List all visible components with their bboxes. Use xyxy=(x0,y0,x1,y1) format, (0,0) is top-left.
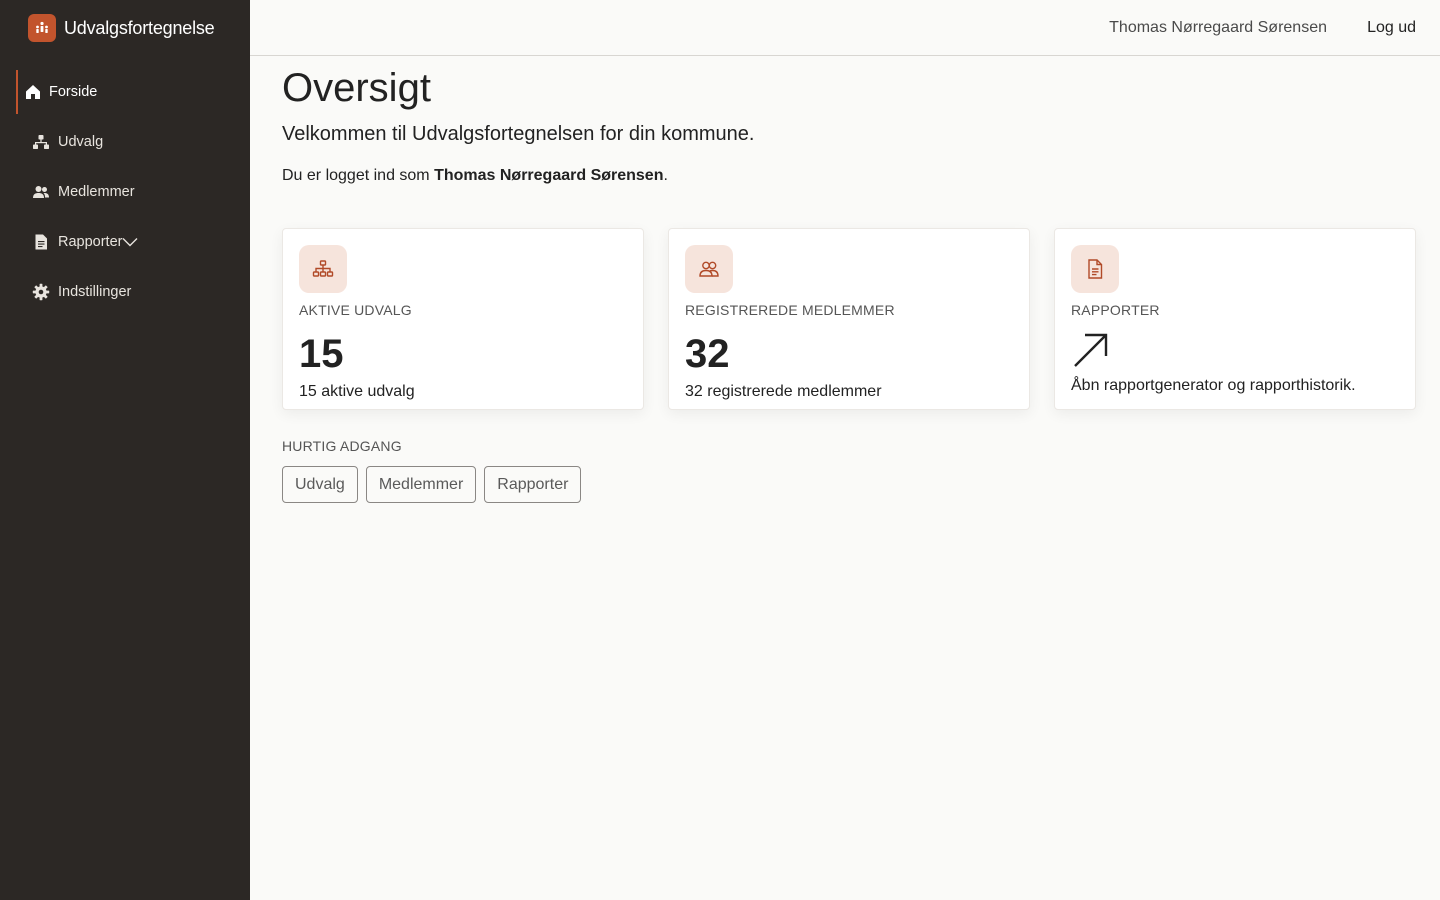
sidebar-item-udvalg[interactable]: Udvalg xyxy=(0,120,250,164)
home-icon xyxy=(24,83,42,101)
sidebar-item-forside[interactable]: Forside xyxy=(0,70,250,114)
logout-link[interactable]: Log ud xyxy=(1367,19,1416,37)
chevron-down-icon[interactable] xyxy=(122,237,138,247)
page-title: Oversigt xyxy=(282,66,431,110)
sidebar-item-label: Medlemmer xyxy=(58,184,135,200)
sidebar-item-indstillinger[interactable]: Indstillinger xyxy=(0,270,250,314)
welcome-subtitle: Velkommen til Udvalgsfortegnelsen for di… xyxy=(282,123,755,145)
quick-access-title: HURTIG ADGANG xyxy=(282,438,402,454)
card-registrerede-medlemmer[interactable]: REGISTREREDE MEDLEMMER 32 32 registrered… xyxy=(668,228,1030,410)
users-icon xyxy=(685,245,733,293)
logged-in-user: Thomas Nørregaard Sørensen xyxy=(434,167,664,184)
arrow-up-right-icon xyxy=(1074,333,1108,367)
card-description: Åbn rapportgenerator og rapporthistorik. xyxy=(1071,377,1356,394)
quick-rapporter-button[interactable]: Rapporter xyxy=(484,466,582,503)
brand-logo-icon xyxy=(28,14,56,42)
quick-access-buttons: Udvalg Medlemmer Rapporter xyxy=(282,466,1416,503)
stat-cards: AKTIVE UDVALG 15 15 aktive udvalg REGIST… xyxy=(282,228,1416,410)
document-icon xyxy=(1071,245,1119,293)
sidebar-item-label: Indstillinger xyxy=(58,284,132,300)
quick-medlemmer-button[interactable]: Medlemmer xyxy=(365,466,477,503)
sidebar-item-medlemmer[interactable]: Medlemmer xyxy=(0,170,250,214)
org-chart-icon xyxy=(32,133,50,151)
card-value: 32 xyxy=(685,332,730,376)
sidebar-item-label: Udvalg xyxy=(58,134,104,150)
card-description: 32 registrerede medlemmer xyxy=(685,383,882,400)
sidebar-item-label: Forside xyxy=(49,84,98,100)
sidebar-item-rapporter[interactable]: Rapporter xyxy=(0,220,250,264)
main-content: Oversigt Velkommen til Udvalgsfortegnels… xyxy=(282,56,1416,503)
card-label: REGISTREREDE MEDLEMMER xyxy=(685,302,895,318)
sidebar-item-label: Rapporter xyxy=(58,234,123,250)
org-chart-icon xyxy=(299,245,347,293)
brand[interactable]: Udvalgsfortegnelse xyxy=(28,14,215,42)
gear-icon xyxy=(32,283,50,301)
card-rapporter[interactable]: RAPPORTER Åbn rapportgenerator og rappor… xyxy=(1054,228,1416,410)
quick-udvalg-button[interactable]: Udvalg xyxy=(282,466,358,503)
card-description: 15 aktive udvalg xyxy=(299,383,415,400)
card-value: 15 xyxy=(299,332,344,376)
logged-in-suffix: . xyxy=(663,167,668,184)
current-user-name: Thomas Nørregaard Sørensen xyxy=(1109,19,1327,36)
card-aktive-udvalg[interactable]: AKTIVE UDVALG 15 15 aktive udvalg xyxy=(282,228,644,410)
card-label: AKTIVE UDVALG xyxy=(299,302,412,318)
logged-in-prefix: Du er logget ind som xyxy=(282,167,435,184)
sidebar: Udvalgsfortegnelse Forside Udvalg Medlem… xyxy=(0,0,250,900)
logged-in-text: Du er logget ind som Thomas Nørregaard S… xyxy=(282,166,1416,186)
document-icon xyxy=(32,233,50,251)
sidebar-nav: Forside Udvalg Medlemmer Rapporter Indst… xyxy=(0,70,250,320)
users-icon xyxy=(32,183,50,201)
card-label: RAPPORTER xyxy=(1071,302,1160,318)
top-header: Thomas Nørregaard Sørensen Log ud xyxy=(250,0,1440,56)
app-name: Udvalgsfortegnelse xyxy=(64,17,215,38)
